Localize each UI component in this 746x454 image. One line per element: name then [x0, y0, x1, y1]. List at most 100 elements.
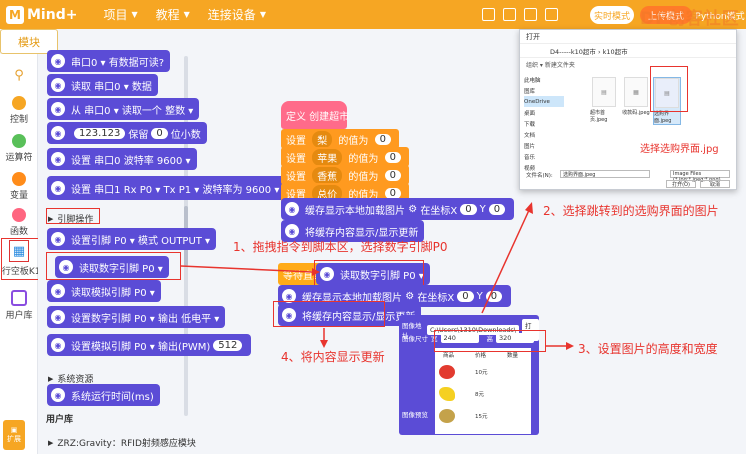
open-button[interactable]: 打开(O) [666, 180, 696, 188]
file-item[interactable]: ▦ 收款码.jpeg [622, 77, 650, 116]
set-var-block[interactable]: 设置 香蕉 的值为 0 [281, 165, 409, 185]
save-icon[interactable] [523, 8, 537, 21]
triangle-right-icon: ▶ [48, 438, 54, 447]
strawberry-icon [439, 365, 455, 379]
block-system-runtime[interactable]: ◉ 系统运行时间(ms) [47, 384, 160, 406]
arrowhead [525, 202, 533, 214]
sidebar-item-this-pc[interactable]: 此电脑 [524, 74, 564, 85]
extension-icon: ▣ [10, 426, 18, 434]
arrowhead [566, 342, 574, 350]
block-set-baud[interactable]: ◉ 设置 串口0 波特率 9600 ▾ [47, 148, 197, 170]
block-serial-read-int[interactable]: ◉ 从 串口0 ▾ 读取一个 整数 ▾ [47, 98, 200, 120]
category-control[interactable]: 控制 [0, 96, 38, 125]
k10-icon: ◉ [285, 202, 299, 216]
product-row: 8元 [439, 384, 529, 404]
sidebar-item-desktop[interactable]: 桌面 [524, 107, 564, 118]
product-row: 15元 [439, 406, 529, 426]
category-dot [12, 134, 26, 148]
open-file-icon[interactable] [502, 8, 516, 21]
dialog-address-bar[interactable]: D4-----k10超市 › k10超市 [520, 44, 736, 58]
k10-icon: ◉ [51, 338, 65, 352]
k10-icon: ◉ [51, 54, 65, 68]
arrowhead [320, 340, 328, 348]
image-thumbnail: ▤ [592, 77, 616, 107]
highlight-box-selected-file [650, 66, 688, 112]
new-file-icon[interactable] [481, 8, 495, 21]
k10-icon: ◉ [51, 78, 65, 92]
k10-icon: ◉ [285, 224, 299, 238]
category-dot [12, 96, 26, 110]
cache-image-block[interactable]: ◉ 缓存显示本地加载图片 ⚙ 在坐标X 0 Y 0 [281, 198, 515, 220]
watermark: DF创客社区 [640, 9, 740, 29]
gear-icon[interactable]: ⚙ [408, 204, 417, 215]
settings-icon[interactable] [544, 8, 558, 21]
sidebar-item-onedrive[interactable]: OneDrive [524, 96, 564, 107]
image-preview: 商品 价格 数量 10元 8元 15元 [435, 348, 531, 434]
category-functions[interactable]: 函数 [0, 208, 38, 237]
category-user-library[interactable]: 用户库 [0, 290, 38, 321]
chevron-down-icon: ▼ [131, 10, 138, 19]
filename-input[interactable]: 选购界面.jpeg [560, 170, 650, 178]
category-variables[interactable]: 变量 [0, 172, 38, 201]
top-bar: M Mind+ 项目 ▼ 教程 ▼ 连接设备 ▼ [0, 0, 746, 29]
filename-label: 文件名(N): [526, 173, 553, 179]
block-set-digital-pin[interactable]: ◉ 设置数字引脚 P0 ▾ 输出 低电平 ▾ [47, 306, 226, 328]
file-open-dialog: 打开 D4-----k10超市 › k10超市 组织 ▾ 新建文件夹 此电脑 图… [519, 29, 737, 190]
gear-icon[interactable]: ⚙ [405, 291, 414, 302]
grid-icon [11, 290, 27, 306]
toolbar-icons [481, 8, 566, 21]
logo-mark-icon: M [6, 5, 24, 24]
k10-icon: ◉ [51, 102, 65, 116]
k10-icon: ◉ [51, 181, 65, 195]
block-set-pin-mode[interactable]: ◉ 设置引脚 P0 ▾ 模式 OUTPUT ▾ [47, 228, 217, 250]
category-dot [12, 208, 26, 222]
annotation-dialog-note: 选择选购界面.jpg [640, 144, 719, 155]
highlight-box-cache-show [273, 301, 385, 327]
cancel-button[interactable]: 取消 [700, 180, 730, 188]
set-var-block[interactable]: 设置 梨 的值为 0 [281, 129, 399, 149]
k10-icon: ◉ [51, 232, 65, 246]
menu-project[interactable]: 项目 ▼ [103, 6, 137, 23]
annotation-step1: 1、拖拽指令到脚本区，选择数字引脚P0 [233, 240, 448, 254]
annotation-step3: 3、设置图片的高度和宽度 [578, 342, 718, 356]
set-var-block[interactable]: 设置 苹果 的值为 0 [281, 147, 409, 167]
sidebar-item-gallery[interactable]: 图库 [524, 85, 564, 96]
main-menu: 项目 ▼ 教程 ▼ 连接设备 ▼ [103, 6, 284, 23]
k10-icon: ◉ [51, 126, 65, 140]
k10-icon: ◉ [51, 388, 65, 402]
block-serial-read[interactable]: ◉ 读取 串口0 ▾ 数据 [47, 74, 158, 96]
chevron-down-icon: ▼ [259, 10, 266, 19]
dialog-title: 打开 [520, 30, 736, 44]
block-read-analog-pin[interactable]: ◉ 读取模拟引脚 P0 ▾ [47, 280, 161, 302]
annotation-step4: 4、将内容显示更新 [281, 350, 385, 364]
k10-icon: ◉ [51, 284, 65, 298]
k10-icon: ◉ [51, 310, 65, 324]
sidebar-item-documents[interactable]: 文档 [524, 129, 564, 140]
mode-realtime-button[interactable]: 实时模式 [590, 6, 634, 24]
menu-connect-device[interactable]: 连接设备 ▼ [208, 6, 266, 23]
qr-code-icon: ▦ [624, 77, 648, 107]
block-set-analog-pin[interactable]: ◉ 设置模拟引脚 P0 ▾ 输出(PWM) 512 [47, 334, 252, 356]
highlight-box-pin-section [46, 208, 100, 224]
define-function-block[interactable]: 定义 创建超市 [281, 101, 349, 129]
block-round-decimal[interactable]: ◉ 123.123 保留 0 位小数 [47, 122, 207, 144]
section-user-library: 用户库 [46, 415, 74, 425]
dialog-toolbar[interactable]: 组织 ▾ 新建文件夹 [520, 58, 736, 70]
search-icon[interactable]: ⚲ [0, 68, 38, 83]
menu-tutorial[interactable]: 教程 ▼ [156, 6, 190, 23]
sidebar-item-downloads[interactable]: 下载 [524, 118, 564, 129]
filetype-select[interactable]: Image Files (*.jpg;*.jpeg;*.png) [670, 170, 730, 183]
file-item[interactable]: ▤ 超市首页.jpeg [590, 77, 618, 123]
sidebar-item-pictures[interactable]: 图片 [524, 140, 564, 151]
category-dot [12, 172, 26, 186]
extension-button[interactable]: ▣ 扩展 [3, 420, 25, 450]
section-rfid[interactable]: ▶ ZRZ:Gravity：RFID射频感应模块 [48, 436, 196, 450]
block-serial-available[interactable]: ◉ 串口0 ▾ 有数据可读? [47, 50, 171, 72]
image-preview-label: 图像预览 [402, 411, 428, 419]
block-set-serial1[interactable]: ◉ 设置 串口1 Rx P0 ▾ Tx P1 ▾ 波特率为 9600 ▾ [47, 176, 286, 200]
sidebar-item-music[interactable]: 音乐 [524, 151, 564, 162]
dialog-sidebar: 此电脑 图库 OneDrive 桌面 下载 文档 图片 音乐 视频 [524, 74, 564, 173]
category-operators[interactable]: 运算符 [0, 134, 38, 163]
highlight-box-image-size [434, 330, 546, 352]
annotation-step2: 2、选择跳转到的选购界面的图片 [543, 204, 719, 218]
